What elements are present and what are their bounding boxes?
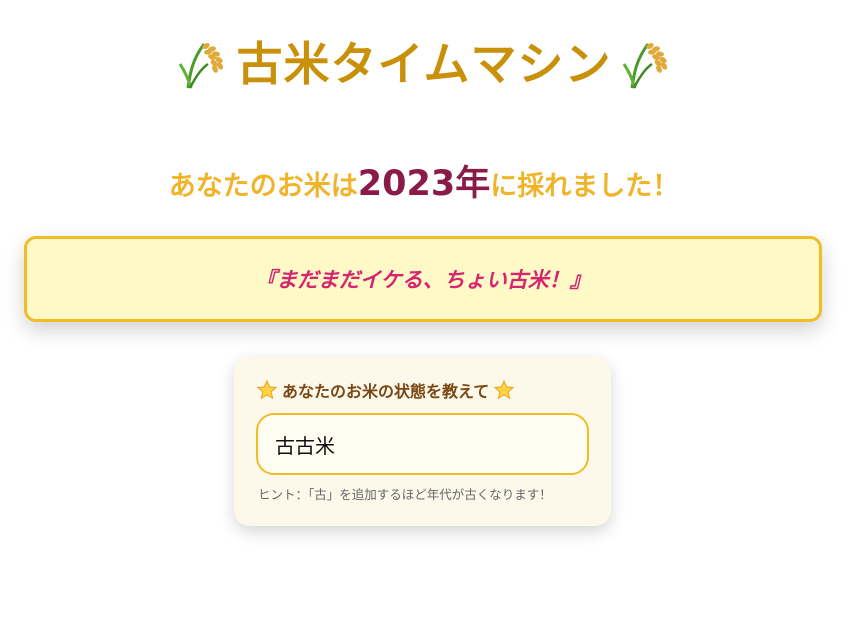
hint-text: ヒント：「古」を追加するほど年代が古くなります！ <box>258 487 552 502</box>
result-text: あなたのお米は2023年に採れました！ <box>0 156 848 215</box>
rice-plant-icon <box>179 42 224 89</box>
page: 古米タイムマシン あなたのお米は2023年に採れました！ 『まだまだイケる、ちょ… <box>0 0 848 620</box>
star-icon <box>256 379 278 400</box>
result-year: 2023年 <box>357 164 491 204</box>
star-icon <box>493 379 515 400</box>
rice-plant-icon <box>622 42 667 89</box>
input-label: あなたのお米の状態を教えて <box>282 382 490 401</box>
message-text: 『まだまだイケる、ちょい古米！』 <box>255 268 591 292</box>
page-title: 古米タイムマシン <box>236 37 612 91</box>
result-prefix: あなたのお米は <box>168 171 358 202</box>
input-card: あなたのお米の状態を教えて ヒント：「古」を追加するほど年代が古くなります！ <box>234 356 611 526</box>
rice-state-input[interactable] <box>256 413 589 475</box>
message-box: 『まだまだイケる、ちょい古米！』 <box>24 236 822 322</box>
result-suffix: に採れました！ <box>490 171 680 202</box>
title-row: 古米タイムマシン <box>0 34 848 94</box>
input-label-row: あなたのお米の状態を教えて <box>256 378 589 402</box>
